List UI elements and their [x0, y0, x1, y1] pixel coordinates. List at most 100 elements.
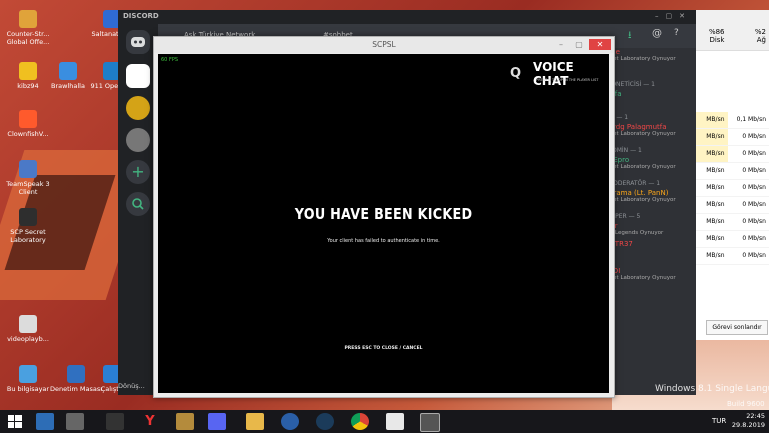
member-item[interactable]: MODERATÖR — 1 Orama (Lt. PanN) cret Labora…	[608, 180, 696, 207]
end-task-button[interactable]: Görevi sonlandır	[706, 320, 768, 335]
member-group-header: İO — 1	[608, 114, 629, 121]
table-row[interactable]: MB/sn 0 Mb/sn	[686, 231, 769, 248]
taskbar: Y TUR 22:45 29.8.2019	[0, 410, 769, 433]
minimize-button[interactable]: –	[553, 39, 569, 50]
kick-reason: Your client has failed to authenticate i…	[327, 238, 440, 244]
desktop-icon-label: Counter-Str... Global Offe...	[6, 30, 50, 46]
desktop-icon[interactable]: Counter-Str... Global Offe...	[0, 10, 56, 46]
table-cell: 0 Mb/sn	[742, 218, 766, 225]
server-icon[interactable]	[126, 128, 150, 152]
download-icon[interactable]: ⭳	[628, 28, 632, 45]
desktop-icon[interactable]: SCP Secret Laboratory	[0, 208, 56, 244]
desktop-icon-label: SCP Secret Laboratory	[10, 228, 46, 244]
task-manager-header: %86 Disk %2 Ağ	[686, 10, 769, 51]
clock[interactable]: 22:45 29.8.2019	[732, 412, 765, 430]
window-title: SCPSL	[372, 40, 396, 49]
table-row[interactable]: MB/sn 0 Mb/sn	[686, 180, 769, 197]
yandex-icon[interactable]: Y	[141, 413, 159, 430]
member-activity: cret Laboratory Oynuyor	[608, 197, 676, 203]
member-group-header: YÖNETİCİSİ — 1	[608, 81, 655, 88]
file-explorer-icon[interactable]	[246, 413, 264, 430]
member-item[interactable]: ktTR37	[608, 240, 696, 267]
table-row[interactable]: MB/sn 0 Mb/sn	[686, 248, 769, 265]
member-activity: cret Laboratory Oynuyor	[608, 56, 676, 62]
game-viewport[interactable]: 60 FPS Q VOICE CHAT PRESS N TO OPEN THE …	[158, 54, 609, 393]
windows-watermark: Windows 8.1 Single Language	[655, 384, 769, 394]
window-controls[interactable]: –▢✕	[655, 12, 692, 20]
app-icon	[19, 315, 37, 333]
table-cell: 0 Mb/sn	[742, 133, 766, 140]
member-name: Orama (Lt. PanN)	[608, 189, 669, 197]
pen-icon[interactable]	[106, 413, 124, 430]
scpsl-titlebar: SCPSL	[154, 37, 614, 53]
table-row[interactable]: MB/sn 0 Mb/sn	[686, 163, 769, 180]
table-cell: 0 Mb/sn	[742, 235, 766, 242]
member-activity: of Legends Oynuyor	[608, 230, 664, 236]
discord-taskbar-icon[interactable]	[208, 413, 226, 430]
steam-icon[interactable]	[316, 413, 334, 430]
member-activity: cret Laboratory Oynuyor	[608, 164, 676, 170]
member-item[interactable]: wiecret Laboratory Oynuyor	[608, 48, 696, 75]
add-server-icon[interactable]: +	[126, 160, 150, 184]
member-name: sydg Palagmutfa	[608, 123, 667, 131]
voice-chat-hint: PRESS N TO OPEN THE PLAYER LIST	[536, 78, 599, 82]
member-item[interactable]: ADMİN — 1 HEpro cret Laboratory Oynuyor	[608, 147, 696, 174]
scpsl-taskbar-icon[interactable]	[420, 413, 440, 432]
teamspeak-icon[interactable]	[281, 413, 299, 430]
esc-hint: PRESS ESC TO CLOSE / CANCEL	[344, 346, 423, 351]
window-controls: – ▢ ✕	[553, 39, 611, 50]
table-row[interactable]: MB/sn 0 Mb/sn	[686, 146, 769, 163]
scpsl-window: SCPSL – ▢ ✕ 60 FPS Q VOICE CHAT PRESS N …	[153, 36, 615, 398]
app-icon	[19, 365, 37, 383]
notepad-icon[interactable]	[386, 413, 404, 430]
member-item[interactable]: BOIcret Laboratory Oynuyor	[608, 267, 696, 294]
member-group-header: ELPER — 5	[608, 213, 641, 220]
server-icon[interactable]	[126, 64, 150, 88]
table-row[interactable]: MB/sn 0 Mb/sn	[686, 129, 769, 146]
home-icon[interactable]	[126, 30, 150, 54]
task-manager-window: %86 Disk %2 Ağ MB/sn 0,1 Mb/sn MB/sn 0 Mb/sn M…	[686, 10, 769, 340]
desktop-icon[interactable]: ClownfishV...	[0, 110, 56, 138]
discord-titlebar: DISCORD –▢✕	[118, 10, 696, 24]
member-group-header: ADMİN — 1	[608, 147, 642, 154]
member-activity: cret Laboratory Oynuyor	[608, 275, 676, 281]
member-item[interactable]: İO — 1 sydg Palagmutfa cret Laboratory Oyn…	[608, 114, 696, 141]
close-button[interactable]: ✕	[589, 39, 611, 50]
table-cell: 0 Mb/sn	[742, 201, 766, 208]
desktop-icon-label: videoplayb...	[7, 335, 49, 343]
mention-icon[interactable]: @	[652, 28, 662, 39]
table-row[interactable]: MB/sn 0,1 Mb/sn	[686, 112, 769, 129]
desktop-icon[interactable]: videoplayb...	[0, 315, 56, 343]
desktop-icon-label: TeamSpeak 3 Client	[6, 180, 50, 196]
start-icon[interactable]	[6, 413, 24, 430]
app-icon	[67, 365, 85, 383]
app-icon[interactable]	[36, 413, 54, 430]
app-icon	[59, 62, 77, 80]
server-icon[interactable]	[126, 96, 150, 120]
maximize-button[interactable]: ▢	[571, 39, 587, 50]
member-list: wiecret Laboratory Oynuyor YÖNETİCİSİ — 1…	[608, 48, 696, 395]
member-item[interactable]: ELPER — 5 forof Legends Oynuyor	[608, 213, 696, 240]
app-icon[interactable]	[66, 413, 84, 430]
table-row[interactable]: MB/sn 0 Mb/sn	[686, 214, 769, 231]
league-icon[interactable]	[176, 413, 194, 430]
member-name: HEpro	[608, 156, 630, 164]
chrome-icon[interactable]	[351, 413, 369, 430]
table-cell: 0,1 Mb/sn	[736, 116, 766, 123]
voice-chat-title: VOICE CHAT	[533, 60, 574, 88]
search-icon[interactable]	[126, 192, 150, 216]
server-list: +	[118, 24, 158, 395]
language-indicator[interactable]: TUR	[712, 417, 726, 425]
help-icon[interactable]: ?	[674, 28, 679, 38]
voice-chat-key: Q	[510, 66, 522, 81]
app-icon	[19, 62, 37, 80]
fps-counter: 60 FPS	[161, 57, 179, 63]
desktop-icon-label: ClownfishV...	[7, 130, 49, 138]
table-row[interactable]: MB/sn 0 Mb/sn	[686, 197, 769, 214]
desktop-icon[interactable]: TeamSpeak 3 Client	[0, 160, 56, 196]
network-column[interactable]: %2 Ağ	[728, 10, 769, 50]
table-cell: 0 Mb/sn	[742, 167, 766, 174]
discord-logo: DISCORD	[123, 12, 159, 20]
member-name: fafa	[608, 90, 696, 98]
member-item[interactable]: YÖNETİCİSİ — 1 fafa	[608, 81, 696, 108]
